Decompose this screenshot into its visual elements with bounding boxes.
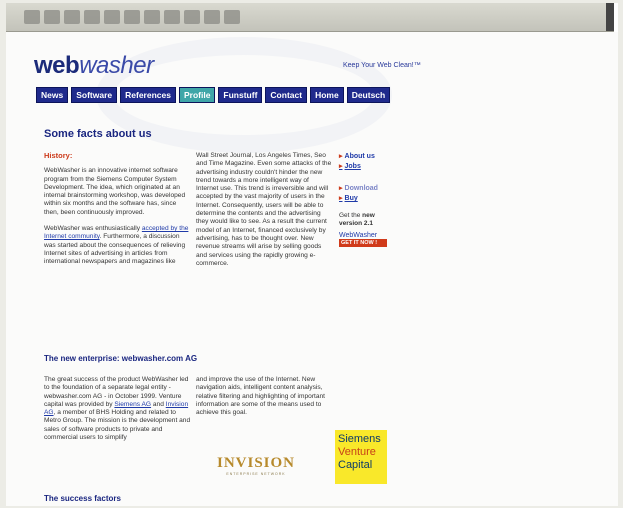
edit-icon[interactable] bbox=[224, 10, 240, 24]
window-edge bbox=[606, 3, 614, 31]
back-icon[interactable] bbox=[24, 10, 40, 24]
download-badge[interactable]: WebWasher GET IT NOW ! bbox=[339, 232, 387, 247]
enterprise-text-and: and bbox=[152, 400, 164, 408]
invision-logo-text: INVISION bbox=[216, 455, 296, 471]
nav-profile[interactable]: Profile bbox=[178, 87, 216, 103]
capital-word: Capital bbox=[338, 459, 373, 471]
stop-icon[interactable] bbox=[64, 10, 80, 24]
nav-references[interactable]: References bbox=[120, 87, 176, 103]
nav-deutsch[interactable]: Deutsch bbox=[346, 87, 391, 103]
history-icon[interactable] bbox=[164, 10, 180, 24]
sidebar-item-download[interactable]: ▸ Download bbox=[339, 184, 394, 194]
sidebar-item-buy[interactable]: ▸ Buy bbox=[339, 194, 394, 204]
history-paragraph-1: WebWasher is an innovative internet soft… bbox=[44, 167, 186, 216]
get-text: Get the bbox=[339, 212, 361, 219]
mail-icon[interactable] bbox=[184, 10, 200, 24]
sidebar-item-label: Jobs bbox=[344, 163, 361, 170]
history-column-2: Wall Street Journal, Los Angeles Times, … bbox=[196, 152, 332, 267]
main-nav: News Software References Profile Funstuf… bbox=[36, 87, 391, 103]
web-page: webwasher Keep Your Web Clean!™ News Sof… bbox=[6, 32, 618, 506]
siemens-link[interactable]: Siemens AG bbox=[114, 401, 151, 408]
badge-name: WebWasher bbox=[339, 232, 378, 239]
browser-window: webwasher Keep Your Web Clean!™ News Sof… bbox=[6, 3, 618, 506]
enterprise-column-1: The great success of the product WebWash… bbox=[44, 376, 194, 442]
page-title: Some facts about us bbox=[44, 128, 152, 140]
enterprise-text-end: , a member of BHS Holding and related to… bbox=[44, 409, 191, 442]
nav-home[interactable]: Home bbox=[310, 87, 344, 103]
arrow-icon: ▸ bbox=[339, 195, 343, 202]
nav-contact[interactable]: Contact bbox=[265, 87, 308, 103]
sidebar-item-jobs[interactable]: ▸ Jobs bbox=[339, 162, 394, 172]
forward-icon[interactable] bbox=[44, 10, 60, 24]
nav-news[interactable]: News bbox=[36, 87, 69, 103]
print-icon[interactable] bbox=[204, 10, 220, 24]
p2-start: WebWasher was enthusiastically bbox=[44, 225, 141, 233]
history-title: History: bbox=[44, 151, 73, 160]
section-success-title: The success factors bbox=[44, 494, 121, 503]
refresh-icon[interactable] bbox=[84, 10, 100, 24]
section-enterprise-title: The new enterprise: webwasher.com AG bbox=[44, 354, 198, 363]
sidebar-item-label: About us bbox=[344, 153, 375, 160]
arrow-icon: ▸ bbox=[339, 185, 343, 192]
invision-logo-subtext: ENTERPRISE NETWORK bbox=[226, 472, 286, 476]
sidebar-item-about[interactable]: ▸ About us bbox=[339, 152, 394, 162]
logo-main: web bbox=[34, 52, 80, 79]
sidebar-item-label: Download bbox=[344, 185, 378, 192]
sidebar: ▸ About us ▸ Jobs ▸ Download ▸ Buy Get the n… bbox=[339, 152, 394, 247]
venture-word: Venture bbox=[338, 446, 376, 458]
home-icon[interactable] bbox=[104, 10, 120, 24]
nav-funstuff[interactable]: Funstuff bbox=[218, 87, 263, 103]
get-new-version: Get the new version 2.1 bbox=[339, 212, 394, 228]
history-paragraph-2: WebWasher was enthusiastically accepted … bbox=[44, 225, 192, 266]
siemens-word: Siemens bbox=[338, 433, 381, 445]
siemens-venture-capital-logo[interactable]: Siemens Venture Capital bbox=[335, 430, 387, 484]
webwasher-logo[interactable]: webwasher bbox=[34, 52, 154, 80]
tagline: Keep Your Web Clean!™ bbox=[343, 62, 421, 69]
favorites-icon[interactable] bbox=[144, 10, 160, 24]
nav-software[interactable]: Software bbox=[71, 87, 118, 103]
logo-rest: washer bbox=[79, 52, 154, 79]
sidebar-item-label: Buy bbox=[344, 195, 358, 202]
toolbar-icons bbox=[24, 10, 240, 24]
history-column: History: WebWasher is an innovative inte… bbox=[44, 151, 192, 267]
arrow-icon: ▸ bbox=[339, 163, 343, 170]
badge-cta: GET IT NOW ! bbox=[339, 239, 387, 247]
arrow-icon: ▸ bbox=[339, 153, 343, 160]
search-icon[interactable] bbox=[124, 10, 140, 24]
enterprise-column-2: and improve the use of the Internet. New… bbox=[196, 376, 326, 417]
browser-toolbar bbox=[6, 3, 614, 32]
invision-logo[interactable]: INVISION ENTERPRISE NETWORK bbox=[196, 455, 316, 476]
